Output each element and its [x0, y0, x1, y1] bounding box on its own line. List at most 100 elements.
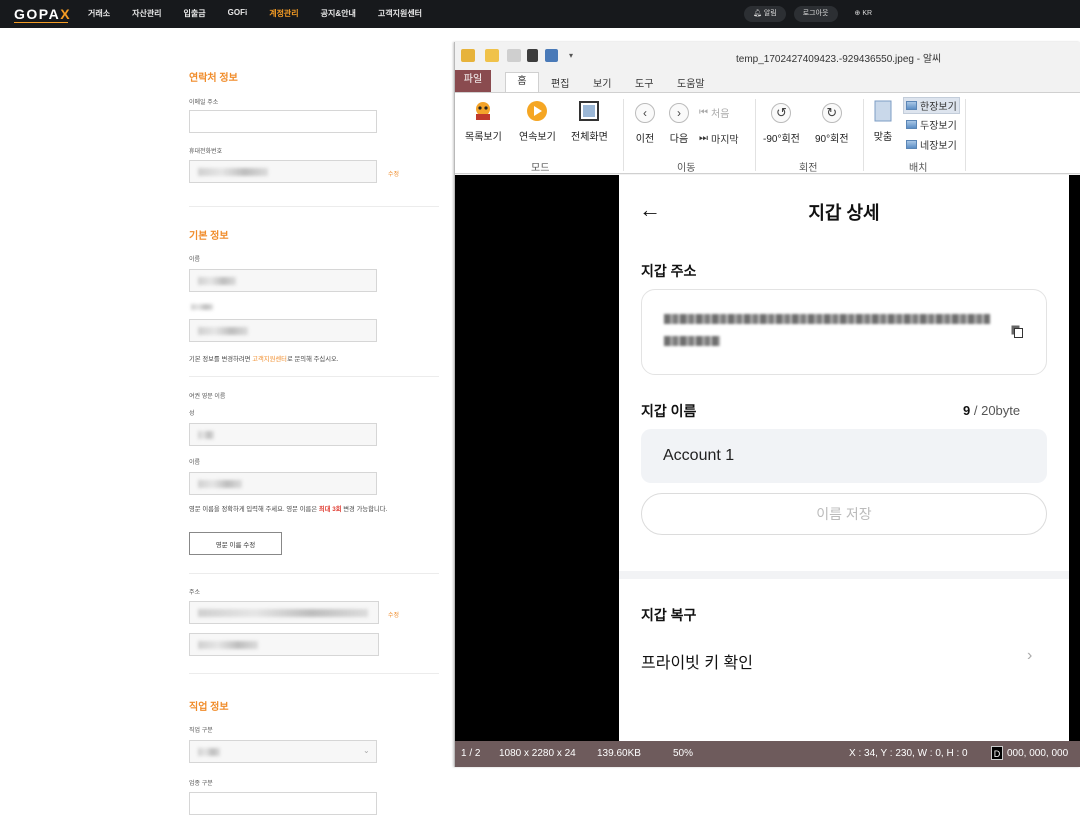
- notification-button[interactable]: 🔔︎ 알림: [744, 6, 786, 22]
- first-button[interactable]: ⏮︎ 처음: [699, 105, 729, 120]
- slideshow-button[interactable]: 연속보기: [519, 99, 556, 143]
- name-secondary-field: [189, 319, 377, 342]
- menu-help[interactable]: 도움말: [677, 75, 705, 90]
- english-name-note: 영문 이름을 정확하게 입력해 주세요. 영문 이름은 최대 3회 변경 가능합…: [189, 506, 388, 513]
- slideshow-label: 연속보기: [519, 132, 556, 143]
- image-viewer-window: ▾ temp_1702427409423.-929436550.jpeg - 알…: [454, 42, 1080, 767]
- name-label: 이름: [189, 257, 201, 263]
- section-divider: [619, 571, 1069, 579]
- wallet-recovery-title: 지갑 복구: [641, 607, 697, 623]
- nav-right-group: 🔔︎ 알림 로그아웃 ⊕ KR: [744, 6, 881, 22]
- menu-file[interactable]: 파일: [455, 70, 491, 92]
- address-redacted: [198, 609, 368, 617]
- wallet-address-box: [641, 289, 1047, 375]
- fit-label: 맞춤: [873, 132, 893, 143]
- given-name-field: [189, 472, 377, 495]
- surname-field: [189, 423, 377, 446]
- nav-notice[interactable]: 공지&안내: [321, 8, 356, 19]
- industry-label: 업종 구분: [189, 781, 213, 787]
- menu-home[interactable]: 홈: [505, 72, 539, 92]
- app-icon[interactable]: [461, 49, 475, 62]
- job-type-label: 직업 구분: [189, 728, 213, 734]
- new-icon[interactable]: [507, 49, 521, 62]
- private-key-row: 프라이빗 키 확인: [641, 655, 753, 672]
- nav-account[interactable]: 계정관리: [269, 8, 298, 19]
- ribbon-separator: [755, 99, 756, 171]
- chevron-left-icon: ‹: [633, 101, 657, 125]
- nav-gofi[interactable]: GOFi: [228, 8, 248, 19]
- gopax-logo[interactable]: GOPAX: [14, 6, 71, 22]
- four-page-view-button[interactable]: 네장보기: [906, 137, 957, 152]
- job-type-select[interactable]: ⌄: [189, 740, 377, 763]
- viewer-statusbar: 1 / 2 1080 x 2280 x 24 139.60KB 50% X : …: [455, 741, 1080, 767]
- industry-select[interactable]: [189, 792, 377, 815]
- previous-button[interactable]: ‹ 이전: [633, 101, 657, 145]
- divider: [189, 206, 439, 207]
- menu-edit[interactable]: 편집: [551, 75, 569, 90]
- basic-info-title: 기본 정보: [189, 231, 229, 242]
- menu-view[interactable]: 보기: [593, 75, 611, 90]
- surname-label: 성: [189, 411, 195, 417]
- basic-info-note: 기본 정보를 변경하려면 고객지원센터로 문의해 주십시오.: [189, 356, 339, 363]
- support-center-link[interactable]: 고객지원센터: [252, 356, 287, 363]
- copy-icon: [1011, 325, 1023, 338]
- address-modify-link[interactable]: 수정: [388, 610, 399, 619]
- viewer-scrollbar[interactable]: [1069, 175, 1080, 741]
- chevron-down-icon: ⌄: [363, 746, 370, 755]
- four-page-icon: [906, 140, 917, 149]
- next-label: 다음: [669, 134, 689, 145]
- divider: [189, 573, 439, 574]
- address-detail-redacted: [198, 641, 258, 649]
- single-view-button[interactable]: 한장보기: [903, 97, 960, 114]
- job-info-title: 직업 정보: [189, 702, 229, 713]
- address-label: 주소: [189, 590, 201, 596]
- address-redacted: [664, 314, 990, 324]
- phone-redacted: [198, 168, 268, 176]
- image-display-area[interactable]: ← 지갑 상세 지갑 주소 지갑 이름 9 / 20byte Account 1…: [455, 175, 1080, 741]
- rotate-left-icon: ↺: [769, 101, 793, 125]
- divider: [189, 673, 439, 674]
- previous-label: 이전: [635, 134, 655, 145]
- rotate-left-button[interactable]: ↺ -90°회전: [763, 101, 800, 145]
- zoom-level[interactable]: 50%: [673, 748, 693, 759]
- play-icon: [525, 99, 549, 123]
- ribbon-separator: [965, 99, 966, 171]
- logout-button[interactable]: 로그아웃: [793, 6, 838, 22]
- save-icon[interactable]: [527, 49, 538, 62]
- language-button[interactable]: ⊕ KR: [846, 6, 882, 22]
- name-byte-count: 9 / 20byte: [963, 403, 1021, 418]
- wallet-address-title: 지갑 주소: [641, 263, 697, 279]
- rotate-group-label: 회전: [799, 163, 818, 174]
- email-label: 이메일 주소: [189, 100, 219, 106]
- open-folder-icon[interactable]: [485, 49, 499, 62]
- list-view-button[interactable]: 목록보기: [465, 99, 502, 143]
- print-icon[interactable]: [545, 49, 558, 62]
- nav-exchange[interactable]: 거래소: [88, 8, 110, 19]
- email-field[interactable]: [189, 110, 377, 133]
- nav-deposit-withdraw[interactable]: 입출금: [184, 8, 206, 19]
- two-page-view-button[interactable]: 두장보기: [906, 117, 957, 132]
- given-name-redacted: [198, 480, 242, 488]
- file-size: 139.60KB: [597, 748, 641, 759]
- viewer-titlebar: ▾ temp_1702427409423.-929436550.jpeg - 알…: [455, 42, 1080, 70]
- rotate-right-button[interactable]: ↻ 90°회전: [815, 101, 849, 145]
- chevron-right-icon: ›: [1027, 647, 1033, 664]
- save-name-button: 이름 저장: [641, 493, 1047, 535]
- wallet-name-input: Account 1: [641, 429, 1047, 483]
- fullscreen-button[interactable]: 전체화면: [571, 99, 608, 143]
- next-button[interactable]: › 다음: [667, 101, 691, 145]
- dropdown-icon[interactable]: ▾: [569, 51, 577, 60]
- name-field: [189, 269, 377, 292]
- edit-english-name-button[interactable]: 영문 이름 수정: [189, 532, 282, 555]
- nav-assets[interactable]: 자산관리: [132, 8, 161, 19]
- cursor-coordinates: X : 34, Y : 230, W : 0, H : 0: [849, 748, 968, 759]
- last-button[interactable]: ⏭︎ 마지막: [699, 131, 739, 146]
- fit-button[interactable]: 맞춤: [871, 99, 895, 143]
- menu-tools[interactable]: 도구: [635, 75, 653, 90]
- logo-underline: [14, 22, 68, 23]
- redacted-label: [191, 304, 213, 310]
- phone-modify-link[interactable]: 수정: [388, 169, 399, 178]
- two-page-icon: [906, 120, 917, 129]
- nav-support[interactable]: 고객지원센터: [378, 8, 422, 19]
- rotate-left-label: -90°회전: [763, 134, 800, 145]
